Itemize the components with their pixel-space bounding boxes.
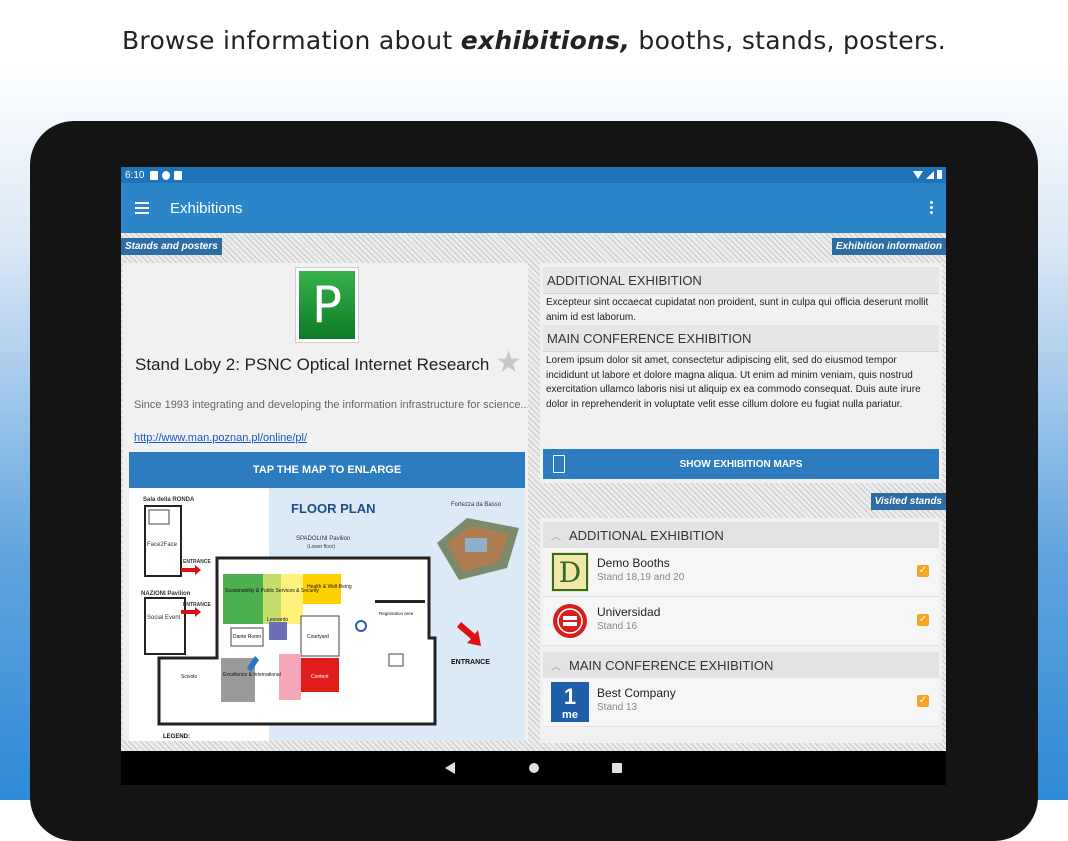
map-label-leonardo: Leonardo xyxy=(267,617,288,623)
group-header-additional[interactable]: ︿ ADDITIONAL EXHIBITION xyxy=(543,522,939,548)
map-label-entrance-1: ENTRANCE xyxy=(183,559,211,565)
visited-checkbox[interactable]: ✓ xyxy=(917,565,929,577)
overflow-menu-icon[interactable] xyxy=(930,201,934,216)
svg-text:me: me xyxy=(562,709,578,721)
stand-logo-letter: P xyxy=(299,271,355,339)
headline-text-end: booths, stands, posters. xyxy=(630,26,947,55)
app-bar: Exhibitions xyxy=(121,183,946,233)
visited-checkbox[interactable]: ✓ xyxy=(917,695,929,707)
status-right xyxy=(913,170,942,179)
show-exhibition-maps-button[interactable]: SHOW EXHIBITION MAPS xyxy=(543,449,939,479)
demo-booths-logo-icon: D xyxy=(551,552,589,592)
map-label-sala: Sala della RONDA xyxy=(143,497,195,503)
stand-item-name: Universidad xyxy=(597,605,661,619)
group-title: MAIN CONFERENCE EXHIBITION xyxy=(569,657,774,673)
exhibition-info-panel: ADDITIONAL EXHIBITION Excepteur sint occ… xyxy=(540,263,942,483)
app-notification-icon xyxy=(162,170,171,180)
list-item[interactable]: 1 me Best Company Stand 13 ✓ xyxy=(543,678,939,727)
section-title-additional: ADDITIONAL EXHIBITION xyxy=(543,267,939,294)
enlarge-map-button[interactable]: TAP THE MAP TO ENLARGE xyxy=(129,452,525,488)
stand-item-location: Stand 16 xyxy=(597,621,638,632)
group-title: ADDITIONAL EXHIBITION xyxy=(569,527,724,543)
chevron-up-icon: ︿ xyxy=(551,661,561,673)
map-label-health: Health & Well-Being xyxy=(307,584,352,590)
map-label-courtyard: Courtyard xyxy=(307,634,329,640)
back-icon[interactable] xyxy=(445,762,455,774)
chevron-up-icon: ︿ xyxy=(551,531,561,543)
app-title: Exhibitions xyxy=(170,199,243,217)
tablet-screen: 6:10 Exhibitions Stands and posters Exhi… xyxy=(121,167,946,785)
stand-website-link[interactable]: http://www.man.poznan.pl/online/pl/ xyxy=(134,432,307,444)
battery-icon xyxy=(937,170,942,179)
stands-posters-tag: Stands and posters xyxy=(121,238,222,255)
headline-emphasis: exhibitions, xyxy=(460,26,631,55)
promo-headline: Browse information about exhibitions, bo… xyxy=(0,26,1068,55)
status-bar: 6:10 xyxy=(121,167,946,183)
map-label-entrance-2: ENTRANCE xyxy=(183,602,211,608)
visited-stands-tag: Visited stands xyxy=(870,493,946,510)
svg-text:D: D xyxy=(559,556,581,589)
stand-name: Stand Loby 2: PSNC Optical Internet Rese… xyxy=(135,355,490,374)
svg-text:1: 1 xyxy=(564,684,576,709)
wifi-icon xyxy=(913,170,923,179)
stand-item-name: Best Company xyxy=(597,686,676,700)
show-exhibition-maps-label: SHOW EXHIBITION MAPS xyxy=(679,458,803,470)
best-company-logo-icon: 1 me xyxy=(551,682,589,722)
stand-logo: P xyxy=(295,267,359,343)
system-navigation-bar xyxy=(121,751,946,785)
map-label-registration: Registration area xyxy=(379,611,414,616)
map-label-entrance-3: ENTRANCE xyxy=(451,659,490,666)
universidad-logo-icon xyxy=(553,604,587,638)
list-item[interactable]: D Demo Booths Stand 18,19 and 20 ✓ xyxy=(543,548,939,597)
favorite-star-icon[interactable]: ★ xyxy=(495,345,522,380)
floor-plan-svg: FLOOR PLAN Sala della RONDA Fortezza da … xyxy=(129,488,525,741)
recents-icon[interactable] xyxy=(612,763,622,773)
stand-detail-panel: P Stand Loby 2: PSNC Optical Internet Re… xyxy=(123,263,528,741)
map-label-excellence: Excellence & International xyxy=(223,672,281,678)
visited-stands-panel: ︿ ADDITIONAL EXHIBITION D Demo Booths St… xyxy=(540,518,942,743)
map-legend-label: LEGEND: xyxy=(163,734,190,740)
map-title: FLOOR PLAN xyxy=(291,501,376,516)
signal-icon xyxy=(926,170,934,179)
map-label-social-event: Social Event xyxy=(147,615,181,621)
stand-item-name: Demo Booths xyxy=(597,556,670,570)
section-title-main: MAIN CONFERENCE EXHIBITION xyxy=(543,325,939,352)
menu-icon[interactable] xyxy=(135,202,149,214)
home-icon[interactable] xyxy=(529,763,539,773)
stand-description: Since 1993 integrating and developing th… xyxy=(134,399,528,411)
map-label-scivolo: Scivolo xyxy=(181,674,197,680)
visited-checkbox[interactable]: ✓ xyxy=(917,614,929,626)
list-item[interactable]: Universidad Stand 16 ✓ xyxy=(543,597,939,646)
sd-card-icon xyxy=(174,170,183,180)
floor-plan-map[interactable]: FLOOR PLAN Sala della RONDA Fortezza da … xyxy=(129,488,525,741)
stand-item-location: Stand 13 xyxy=(597,702,638,713)
building-icon xyxy=(553,455,565,473)
section-body-additional: Excepteur sint occaecat cupidatat non pr… xyxy=(546,297,929,323)
map-label-face2face: Face2Face xyxy=(147,542,178,548)
stand-item-location: Stand 18,19 and 20 xyxy=(597,572,685,583)
exhibition-info-tag: Exhibition information xyxy=(831,238,946,255)
map-label-lower-floor: (Lower floor) xyxy=(307,544,335,550)
map-label-spadolini: SPADOLINI Pavilion xyxy=(296,536,350,542)
status-time: 6:10 xyxy=(125,169,145,181)
map-label-dante: Dante Room xyxy=(233,634,261,640)
notification-icon xyxy=(150,170,159,180)
map-label-content: Content xyxy=(311,674,329,680)
group-header-main[interactable]: ︿ MAIN CONFERENCE EXHIBITION xyxy=(543,652,939,678)
map-label-nazioni: NAZIONI Pavilion xyxy=(141,591,191,597)
section-body-main: Lorem ipsum dolor sit amet, consectetur … xyxy=(546,355,921,410)
map-label-fortezza: Fortezza da Basso xyxy=(451,502,502,508)
map-label-sustainability: Sustainability & Public Services & Secur… xyxy=(225,588,319,594)
headline-text: Browse information about xyxy=(121,26,461,55)
